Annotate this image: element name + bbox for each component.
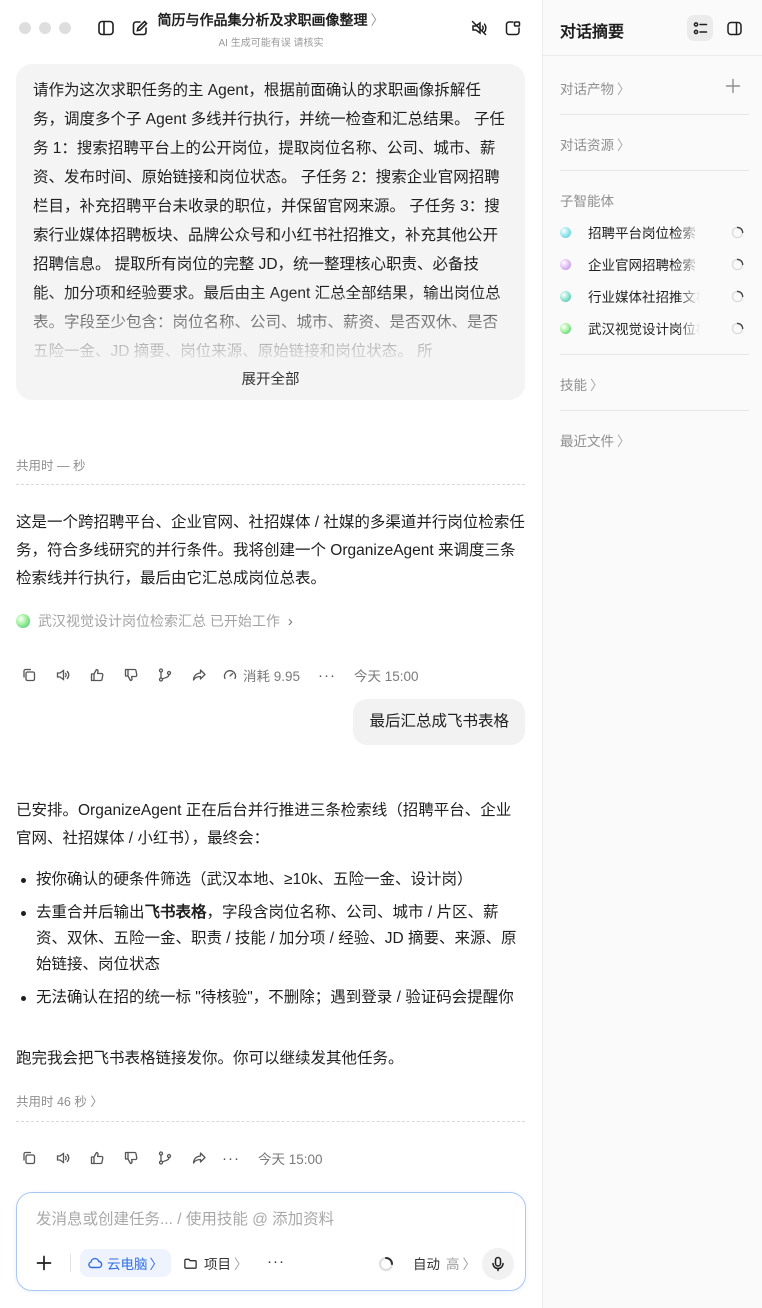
panel-divider	[560, 114, 749, 115]
agent-orb-icon	[560, 258, 571, 270]
microphone-icon	[492, 1256, 504, 1272]
subagent-item[interactable]: 招聘平台岗位检索	[560, 222, 750, 242]
message-input[interactable]	[36, 1209, 506, 1231]
dashed-divider-2	[16, 1121, 525, 1122]
cloud-computer-button[interactable]: 云电脑〉	[80, 1249, 171, 1277]
assistant-reply-outro: 跑完我会把飞书表格链接发你。你可以继续发其他任务。	[16, 1050, 404, 1067]
section-skills[interactable]: 技能〉	[560, 374, 604, 394]
message-action-bar-2: ··· 今天 15:00	[18, 1147, 341, 1169]
composer-separator	[70, 1254, 71, 1272]
close-window-dot[interactable]	[19, 22, 31, 34]
conversation-title-block[interactable]: 简历与作品集分析及求职画像整理〉 AI 生成可能有误 请核实	[150, 10, 392, 49]
loading-spinner-icon	[731, 290, 744, 302]
thumbs-down-icon[interactable]	[120, 1147, 142, 1169]
dashed-divider	[16, 484, 525, 485]
section-recent-files[interactable]: 最近文件〉	[560, 430, 631, 450]
project-button[interactable]: 项目〉	[183, 1249, 248, 1277]
mute-icon[interactable]	[467, 16, 491, 40]
subagent-status-label: 武汉视觉设计岗位检索汇总 已开始工作	[38, 613, 280, 629]
thumbs-down-icon[interactable]	[120, 664, 142, 686]
new-chat-icon[interactable]	[128, 16, 152, 40]
ai-disclaimer: AI 生成可能有误 请核实	[218, 38, 324, 49]
open-window-icon[interactable]	[501, 16, 525, 40]
cloud-icon	[88, 1257, 103, 1269]
subagent-name: 企业官网招聘检索	[588, 258, 696, 273]
conversation-title[interactable]: 简历与作品集分析及求职画像整理〉	[150, 10, 392, 30]
add-attachment-icon[interactable]	[34, 1253, 54, 1273]
loading-spinner-icon	[731, 322, 744, 334]
speaker-icon[interactable]	[52, 1147, 74, 1169]
assistant-reply-intro: 已安排。OrganizeAgent 正在后台并行推进三条检索线（招聘平台、企业官…	[16, 802, 512, 847]
list-item: 无法确认在招的统一标 "待核验"，不删除；遇到登录 / 验证码会提醒你	[16, 985, 526, 1011]
subagent-name: 招聘平台岗位检索	[588, 226, 696, 241]
agent-orb-icon	[560, 226, 571, 238]
timestamp-label: 今天 15:00	[258, 1152, 323, 1167]
agent-orb-icon	[16, 614, 30, 628]
panel-divider	[560, 354, 749, 355]
section-products[interactable]: 对话产物〉	[560, 78, 631, 98]
assistant-reply-text: 这是一个跨招聘平台、企业官网、社招媒体 / 社媒的多渠道并行岗位检索任务，符合多…	[16, 514, 525, 587]
expand-all-button[interactable]: 展开全部	[0, 368, 541, 389]
list-item: 按你确认的硬条件筛选（武汉本地、≥10k、五险一金、设计岗）	[16, 867, 526, 893]
section-resources[interactable]: 对话资源〉	[560, 134, 631, 154]
chevron-right-icon: ›	[287, 612, 293, 630]
branch-icon[interactable]	[154, 1147, 176, 1169]
copy-icon[interactable]	[18, 664, 40, 686]
assistant-bullet-list: 按你确认的硬条件筛选（武汉本地、≥10k、五险一金、设计岗） 去重合并后输出飞书…	[16, 867, 526, 1018]
thumbs-up-icon[interactable]	[86, 664, 108, 686]
panel-toggle-icon[interactable]	[721, 15, 747, 41]
list-item: 去重合并后输出飞书表格，字段含岗位名称、公司、城市 / 片区、薪资、双休、五险一…	[16, 900, 526, 978]
composer-more-button[interactable]: ···	[267, 1253, 285, 1270]
subagent-item[interactable]: 企业官网招聘检索	[560, 254, 750, 274]
mode-selector[interactable]: 自动高〉	[413, 1249, 476, 1277]
duration-label: 共用时 — 秒	[16, 459, 86, 473]
subagent-status-chip[interactable]: 武汉视觉设计岗位检索汇总 已开始工作 ›	[16, 611, 293, 631]
panel-title: 对话摘要	[560, 24, 625, 41]
panel-header: 对话摘要	[543, 0, 762, 56]
add-product-icon[interactable]	[724, 77, 742, 95]
subagent-item[interactable]: 行业媒体社招推文检索	[560, 286, 750, 306]
microphone-button[interactable]	[482, 1248, 514, 1280]
share-icon[interactable]	[188, 664, 210, 686]
thumbs-up-icon[interactable]	[86, 1147, 108, 1169]
chat-main: 简历与作品集分析及求职画像整理〉 AI 生成可能有误 请核实 请作为这次求职任务…	[0, 0, 542, 1308]
message-action-bar: 消耗 9.95 ··· 今天 15:00	[18, 664, 437, 686]
agent-orb-icon	[560, 322, 571, 334]
sidebar-toggle-icon[interactable]	[94, 16, 118, 40]
loading-spinner-icon	[731, 258, 744, 270]
copy-icon[interactable]	[18, 1147, 40, 1169]
branch-icon[interactable]	[154, 664, 176, 686]
speaker-icon[interactable]	[52, 664, 74, 686]
loading-spinner-icon	[379, 1257, 393, 1271]
title-chevron-icon: 〉	[370, 12, 385, 28]
section-subagents: 子智能体	[560, 194, 614, 209]
summary-list-icon[interactable]	[687, 15, 713, 41]
prompt-fade-overlay	[16, 288, 525, 368]
subagent-name: 武汉视觉设计岗位检索汇总	[588, 322, 700, 337]
more-actions-button[interactable]: ···	[318, 667, 336, 684]
summary-panel: 对话摘要 对话产物〉 对话资源〉 子智能体 招聘平台岗位检索 企业官网招聘检索 …	[542, 0, 762, 1308]
agent-orb-icon	[560, 290, 571, 302]
user-prompt-card: 请作为这次求职任务的主 Agent，根据前面确认的求职画像拆解任务，调度多个子 …	[16, 64, 525, 400]
top-bar: 简历与作品集分析及求职画像整理〉 AI 生成可能有误 请核实	[0, 0, 542, 56]
panel-divider	[560, 410, 749, 411]
panel-divider	[560, 170, 749, 171]
minimize-window-dot[interactable]	[39, 22, 51, 34]
timestamp-label: 今天 15:00	[354, 669, 419, 684]
loading-spinner-icon	[731, 226, 744, 238]
duration-label-2[interactable]: 共用时 46 秒 〉	[16, 1091, 103, 1110]
token-cost-label: 消耗 9.95	[222, 665, 300, 685]
zoom-window-dot[interactable]	[59, 22, 71, 34]
more-actions-button[interactable]: ···	[222, 1150, 240, 1167]
message-composer: 云电脑〉 项目〉 ··· 自动高〉	[16, 1192, 526, 1291]
subagent-item[interactable]: 武汉视觉设计岗位检索汇总	[560, 318, 750, 338]
user-message-bubble: 最后汇总成飞书表格	[353, 699, 525, 745]
folder-icon	[184, 1258, 197, 1269]
gauge-icon	[223, 670, 237, 680]
subagent-name: 行业媒体社招推文检索	[588, 290, 700, 305]
share-icon[interactable]	[188, 1147, 210, 1169]
